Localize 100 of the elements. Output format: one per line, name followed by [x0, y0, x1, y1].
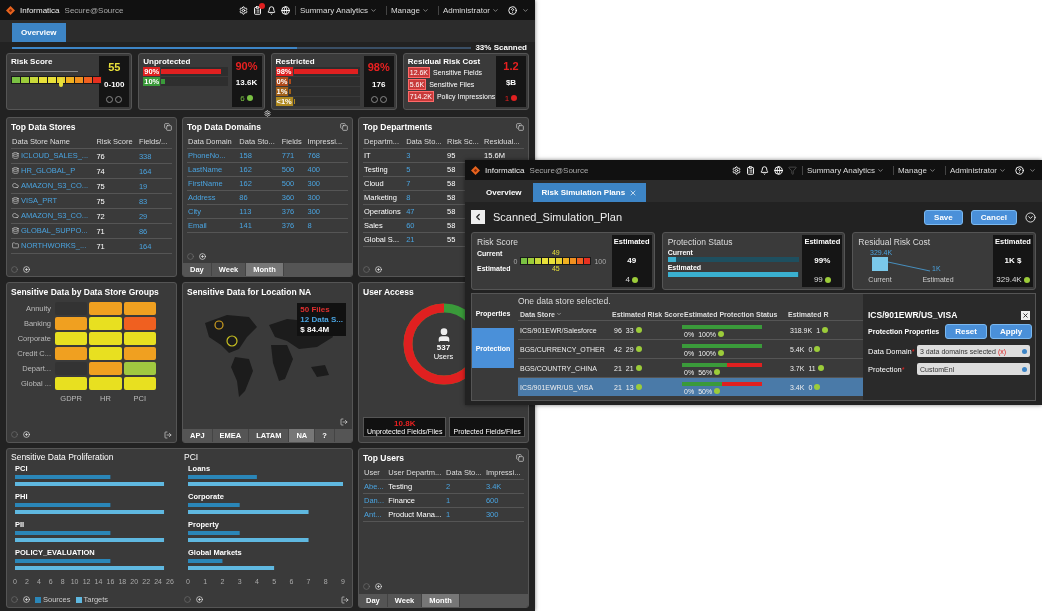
copy-icon[interactable] — [164, 123, 172, 131]
caret-icon[interactable] — [1029, 166, 1036, 174]
action-button[interactable]: Cancel — [970, 209, 1017, 225]
status-dot-icon — [635, 384, 642, 390]
menu-button[interactable]: Administrator — [944, 165, 1010, 175]
logo-icon — [6, 5, 15, 15]
tab[interactable]: Overview — [12, 23, 66, 42]
caret-icon — [421, 6, 429, 14]
settings-icon[interactable] — [731, 165, 741, 175]
back-icon — [473, 212, 483, 222]
pager-dot-icon[interactable] — [11, 431, 18, 439]
status-dot-icon — [814, 346, 821, 352]
export-icon[interactable] — [341, 596, 349, 604]
user-count: 537 — [436, 343, 451, 353]
close-button[interactable] — [1021, 310, 1030, 320]
panel-title: ICS/901EWR/US_VISA — [868, 310, 958, 320]
copy-icon[interactable] — [516, 123, 524, 131]
kpi-title: Protection Status — [667, 237, 734, 247]
caret-icon[interactable] — [522, 6, 529, 14]
menu-button[interactable]: Administrator — [437, 5, 503, 15]
status-dot-icon — [635, 346, 642, 352]
action-button[interactable]: Save — [924, 209, 963, 225]
panel-title: Top Data Stores — [11, 122, 76, 132]
kpi-caption: 176 — [372, 79, 386, 89]
brand-name: Informatica — [20, 5, 60, 15]
pager-dot-icon[interactable] — [363, 265, 370, 273]
plan-title: Scanned_Simulation_Plan — [493, 211, 623, 223]
selection-message: One data store selected. — [518, 296, 612, 308]
copy-icon[interactable] — [516, 453, 524, 462]
bell-icon[interactable] — [759, 165, 769, 175]
change-value: 4 — [625, 275, 630, 284]
status-dot-icon — [1023, 276, 1030, 283]
copy-icon[interactable] — [340, 123, 348, 131]
clipboard-icon[interactable] — [745, 165, 755, 175]
scan-status: 33% Scanned — [475, 43, 527, 52]
pager-dot-icon[interactable] — [11, 596, 18, 604]
export-icon[interactable] — [340, 417, 348, 426]
menu-button[interactable]: Summary Analytics — [294, 5, 381, 15]
status-dot-icon — [718, 350, 725, 356]
add-icon[interactable] — [23, 431, 30, 439]
status-dot-icon — [814, 384, 821, 390]
panel-title: User Access — [363, 287, 414, 298]
caret-icon — [369, 6, 377, 14]
change-value: 99 — [813, 275, 823, 284]
menu-button[interactable]: Summary Analytics — [801, 165, 888, 175]
back-button[interactable] — [471, 210, 485, 224]
product-name: Secure@Source — [529, 165, 589, 175]
globe-icon[interactable] — [773, 165, 783, 175]
close-icon[interactable] — [629, 188, 638, 197]
globe-icon[interactable] — [280, 5, 290, 15]
status-dot-icon — [822, 327, 829, 333]
help-icon[interactable] — [508, 5, 517, 15]
caret-icon — [876, 166, 884, 174]
export-icon[interactable] — [164, 430, 172, 439]
menu-button[interactable]: Manage — [385, 5, 433, 15]
dropdown-icon — [1022, 366, 1027, 372]
bar — [188, 558, 223, 563]
panel-title: Top Departments — [363, 122, 433, 132]
status-dot-icon — [714, 369, 721, 375]
add-icon[interactable] — [196, 596, 203, 604]
change-count: 6 — [240, 93, 245, 103]
legend-text: $ 84.4M — [300, 325, 331, 335]
bell-icon[interactable] — [266, 5, 276, 15]
add-icon[interactable] — [199, 252, 206, 260]
kpi-caption: $B — [505, 78, 517, 88]
tab[interactable]: Risk Simulation Plans — [532, 183, 647, 202]
kpi-caption: 0-100 — [104, 79, 125, 89]
panel-title: Sensitive Data by Data Store Groups — [11, 287, 159, 298]
stat-value: 10.8K — [394, 418, 416, 428]
add-icon[interactable] — [375, 265, 382, 273]
expand-icon[interactable] — [1025, 211, 1036, 223]
pager-dot-icon[interactable] — [11, 265, 18, 273]
status-dot-icon — [635, 365, 642, 371]
add-icon[interactable] — [23, 596, 30, 604]
menu-button[interactable]: Manage — [892, 165, 940, 175]
legend-text: 12 Data S... — [300, 315, 343, 325]
legend-text: 50 Files — [300, 305, 331, 315]
current-cost-block — [872, 257, 889, 271]
pager-dot-icon[interactable] — [363, 583, 370, 591]
status-dot-icon — [631, 276, 638, 283]
help-icon[interactable] — [1015, 165, 1024, 175]
add-icon[interactable] — [375, 583, 382, 591]
panel-title: Sensitive Data for Location NA — [187, 287, 312, 298]
action-button[interactable]: Reset — [945, 324, 987, 339]
kpi-title: Residual Risk Cost — [858, 237, 932, 247]
settings-icon[interactable] — [238, 5, 248, 15]
add-icon[interactable] — [23, 265, 30, 273]
dropdown-icon — [1022, 348, 1027, 354]
pager-dot-icon[interactable] — [184, 596, 191, 604]
panel-title: Top Data Domains — [187, 122, 261, 132]
settings-icon[interactable] — [264, 109, 271, 117]
clipboard-icon[interactable] — [252, 5, 262, 15]
kpi-value: 98% — [367, 60, 390, 73]
pager-dot-icon[interactable] — [187, 252, 194, 260]
trend-line — [887, 261, 931, 272]
action-button[interactable]: Apply — [990, 324, 1033, 339]
sort-icon — [556, 311, 562, 317]
change-count: 1 — [504, 93, 510, 103]
risk-gauge — [520, 257, 592, 265]
chart-title: PCI — [184, 451, 200, 463]
